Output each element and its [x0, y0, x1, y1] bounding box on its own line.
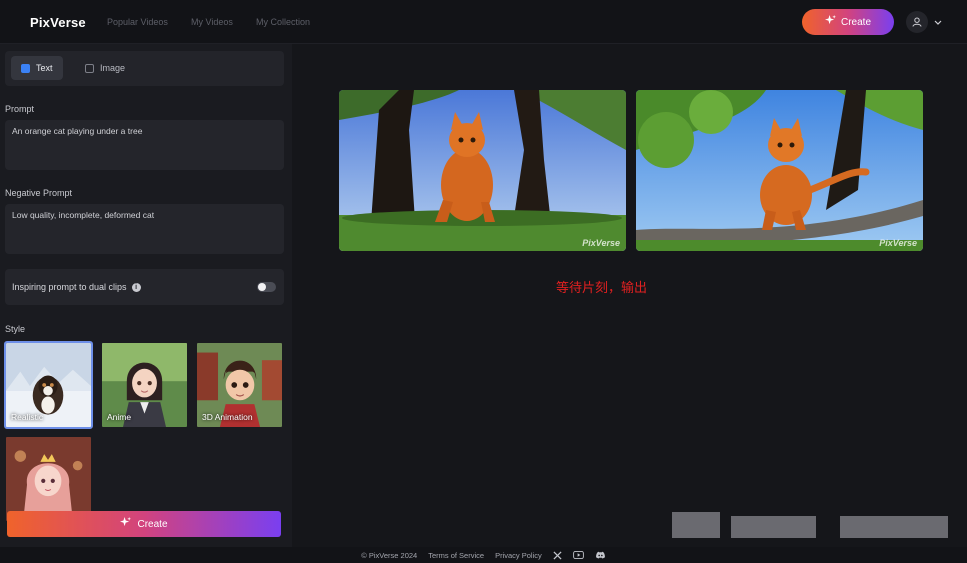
info-icon[interactable]: i [131, 282, 141, 292]
privacy-link[interactable]: Privacy Policy [495, 551, 542, 560]
create-button-top[interactable]: Create [802, 9, 894, 35]
top-bar: PixVerse Popular Videos My Videos My Col… [0, 0, 967, 44]
style-anime-label: Anime [107, 412, 132, 422]
style-label: Style [5, 324, 26, 334]
watermark-1: PixVerse [582, 238, 620, 248]
user-menu[interactable] [906, 11, 948, 33]
dual-clips-label: Inspiring prompt to dual clips [12, 282, 127, 292]
result-video-2[interactable]: PixVerse [636, 90, 923, 251]
image-icon [85, 63, 94, 73]
style-3d-animation[interactable]: 3D Animation [195, 341, 284, 429]
x-icon[interactable] [553, 550, 562, 560]
style-realistic[interactable]: Realistic [4, 341, 93, 429]
text-icon [21, 63, 30, 73]
negative-prompt-input[interactable]: Low quality, incomplete, deformed cat [5, 204, 284, 254]
tab-image[interactable]: Image [75, 56, 135, 80]
result-video-2-image [636, 90, 923, 251]
sparkle-icon [120, 517, 132, 531]
prompt-input[interactable]: An orange cat playing under a tree [5, 120, 284, 170]
style-3d-animation-label: 3D Animation [202, 412, 253, 422]
tab-image-label: Image [100, 63, 126, 73]
sparkle-icon [824, 15, 836, 29]
chevron-down-icon [934, 13, 942, 31]
footer: © PixVerse 2024 Terms of Service Privacy… [0, 547, 967, 563]
copyright-text: © PixVerse 2024 [361, 550, 418, 560]
result-video-1-image [339, 90, 626, 251]
terms-link[interactable]: Terms of Service [428, 551, 484, 560]
style-fantasy[interactable] [4, 435, 93, 523]
nav-my-videos[interactable]: My Videos [191, 17, 233, 27]
prompt-label: Prompt [5, 104, 35, 114]
nav-popular-videos[interactable]: Popular Videos [107, 17, 168, 27]
logo[interactable]: PixVerse [30, 15, 86, 30]
style-realistic-label: Realistic [11, 412, 44, 422]
style-fantasy-thumbnail [6, 437, 91, 521]
nav-my-collection[interactable]: My Collection [256, 17, 310, 27]
create-button-label: Create [137, 518, 168, 530]
mode-tabs: Text Image [5, 51, 284, 86]
watermark-2: PixVerse [879, 238, 917, 248]
dual-clips-toggle[interactable] [257, 282, 276, 292]
annotation-text: 等待片刻，输出 [556, 280, 648, 295]
youtube-icon[interactable] [572, 551, 584, 559]
tab-text-label: Text [36, 63, 53, 73]
create-label: Create [840, 16, 871, 28]
create-button[interactable]: Create [7, 511, 281, 537]
negative-prompt-label: Negative Prompt [5, 188, 73, 198]
style-anime[interactable]: Anime [100, 341, 189, 429]
discord-icon[interactable] [595, 551, 606, 559]
dual-clips-row: Inspiring prompt to dual clips i [5, 269, 284, 305]
result-video-1[interactable]: PixVerse [339, 90, 626, 251]
user-icon [906, 11, 928, 33]
tab-text[interactable]: Text [11, 56, 63, 80]
sidebar: Text Image Prompt An orange cat playing … [0, 44, 292, 547]
